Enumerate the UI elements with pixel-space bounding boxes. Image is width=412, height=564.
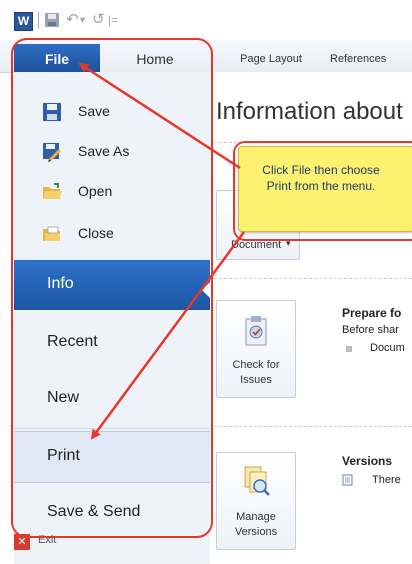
arrow-to-file-tab	[78, 62, 241, 170]
annotation-arrows	[78, 62, 246, 440]
arrow-to-print	[90, 231, 246, 440]
